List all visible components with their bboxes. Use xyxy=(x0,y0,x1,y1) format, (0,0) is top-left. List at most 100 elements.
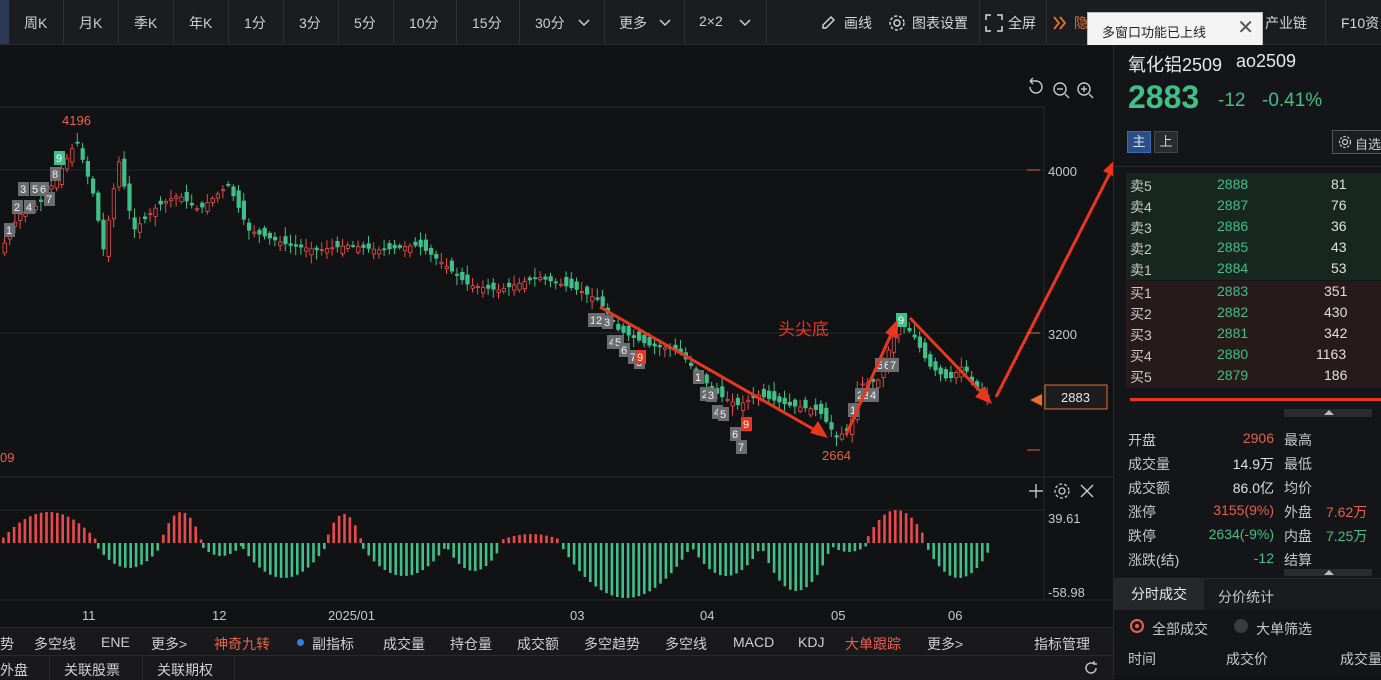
industry-chain-tab[interactable]: 产业链 xyxy=(1265,13,1307,33)
indicator-ene[interactable]: ENE xyxy=(101,634,130,650)
gear-icon xyxy=(1338,135,1352,149)
kline-chart[interactable]: 1234567812345678123456712345679999 4196 … xyxy=(0,45,1118,627)
period-3min[interactable]: 3分 xyxy=(299,13,321,33)
tab-outer-disk[interactable]: 外盘 xyxy=(0,660,28,680)
indicator-open-interest[interactable]: 持仓量 xyxy=(450,634,492,654)
radio-big-order[interactable] xyxy=(1234,619,1248,633)
close-icon[interactable]: ✕ xyxy=(1237,17,1254,39)
tab-up[interactable]: 上 xyxy=(1154,131,1178,153)
candle-body xyxy=(361,244,366,248)
related-tabs-bar: 外盘 关联股票 关联期权 xyxy=(0,655,1113,680)
histogram-bar xyxy=(7,531,10,543)
candle-body xyxy=(324,248,330,254)
indicator-macd[interactable]: MACD xyxy=(733,634,774,650)
tab-main[interactable]: 主 xyxy=(1127,131,1151,153)
indicator-longshort-2[interactable]: 多空线 xyxy=(665,634,707,654)
candle-body xyxy=(782,397,787,405)
hide-panel-button[interactable]: 隐 xyxy=(1074,13,1088,33)
histogram-bar xyxy=(653,543,657,588)
indicator-more-2[interactable]: 更多> xyxy=(927,634,963,654)
histogram-bar xyxy=(252,543,256,563)
period-month[interactable]: 月K xyxy=(79,13,102,33)
period-week[interactable]: 周K xyxy=(24,13,47,33)
candle-body xyxy=(454,273,460,276)
histogram-bar xyxy=(545,535,548,543)
chart-canvas[interactable]: 1234567812345678123456712345679999 4196 … xyxy=(0,45,1118,627)
watchlist-button[interactable]: 自选 xyxy=(1332,130,1381,154)
candle-body xyxy=(210,197,215,203)
fullscreen-button[interactable]: 全屏 xyxy=(1008,13,1036,33)
period-year[interactable]: 年K xyxy=(189,13,212,33)
x-tick: 04 xyxy=(700,608,714,623)
tab-related-stocks[interactable]: 关联股票 xyxy=(64,660,120,680)
indicator-turnover[interactable]: 成交额 xyxy=(517,634,559,654)
candle-body xyxy=(439,261,444,265)
radio-all-selected[interactable] xyxy=(1130,619,1144,633)
histogram-bar xyxy=(708,543,711,570)
candle-body xyxy=(335,241,340,248)
indicator-magic-nine[interactable]: 神奇九转 xyxy=(214,634,270,654)
candle-body xyxy=(538,277,543,281)
candle-body xyxy=(376,249,382,255)
td-nine-label: 9 xyxy=(56,153,62,165)
tab-tick-trades[interactable]: 分时成交 xyxy=(1114,579,1204,610)
candle-body xyxy=(954,371,959,378)
period-more[interactable]: 更多 xyxy=(619,13,647,33)
histogram-bar xyxy=(648,543,651,592)
period-1min[interactable]: 1分 xyxy=(244,13,266,33)
candle-body xyxy=(330,247,335,250)
indicator-manage[interactable]: 指标管理 xyxy=(1034,634,1090,654)
multi-window-tooltip: 多窗口功能已上线 ✕ xyxy=(1087,12,1263,46)
candle-body xyxy=(720,386,725,398)
indicator-trend[interactable]: 势 xyxy=(0,634,14,654)
tab-related-options[interactable]: 关联期权 xyxy=(157,660,213,680)
candle-body xyxy=(637,331,642,341)
tab-price-stats[interactable]: 分价统计 xyxy=(1218,587,1274,607)
chevron-down-icon[interactable] xyxy=(659,19,671,27)
period-quarter[interactable]: 季K xyxy=(134,13,157,33)
indicator-volume[interactable]: 成交量 xyxy=(383,634,425,654)
histogram-bar xyxy=(77,523,81,543)
candle-body xyxy=(506,282,512,288)
pencil-icon[interactable] xyxy=(820,15,836,31)
indicator-longshort-trend[interactable]: 多空趋势 xyxy=(584,634,640,654)
histogram-bar xyxy=(686,543,689,552)
indicator-big-order[interactable]: 大单跟踪 xyxy=(845,634,901,654)
chevron-down-icon[interactable] xyxy=(578,19,590,27)
period-10min[interactable]: 10分 xyxy=(409,13,439,33)
histogram-bar xyxy=(756,543,760,552)
layout-grid[interactable]: 2×2 xyxy=(699,13,723,29)
sub-indicator[interactable]: 副指标 xyxy=(312,634,354,654)
candle-body xyxy=(402,246,408,252)
histogram-bar xyxy=(626,543,630,598)
period-15min[interactable]: 15分 xyxy=(472,13,502,33)
double-chevron-right-icon[interactable] xyxy=(1053,16,1067,30)
td-count-label: 7 xyxy=(46,194,52,206)
indicator-more[interactable]: 更多> xyxy=(151,634,187,654)
period-5min[interactable]: 5分 xyxy=(354,13,376,33)
histogram-bar xyxy=(805,543,808,588)
f10-tab[interactable]: F10资 xyxy=(1341,13,1379,33)
candle-body xyxy=(382,248,387,251)
candle-body xyxy=(220,189,226,192)
candle-body xyxy=(933,361,938,371)
collapse-handle[interactable] xyxy=(1284,409,1372,417)
indicator-longshort[interactable]: 多空线 xyxy=(34,634,76,654)
histogram-bar xyxy=(212,543,216,555)
histogram-bar xyxy=(670,543,673,574)
period-30min[interactable]: 30分 xyxy=(535,13,565,33)
fullscreen-icon[interactable] xyxy=(985,14,1003,32)
refresh-icon[interactable] xyxy=(1083,660,1099,676)
filter-all-label[interactable]: 全部成交 xyxy=(1152,619,1208,639)
chart-settings-button[interactable]: 图表设置 xyxy=(912,13,968,33)
candle-body xyxy=(392,244,397,249)
chevron-down-icon[interactable] xyxy=(739,19,751,27)
candle-body xyxy=(85,161,90,177)
indicator-kdj[interactable]: KDJ xyxy=(798,634,824,650)
histogram-bar xyxy=(632,543,635,598)
collapse-handle[interactable] xyxy=(1284,569,1372,576)
filter-big-label[interactable]: 大单筛选 xyxy=(1256,619,1312,639)
gear-icon[interactable] xyxy=(888,14,906,32)
draw-line-button[interactable]: 画线 xyxy=(844,13,872,33)
histogram-bar xyxy=(479,543,482,570)
